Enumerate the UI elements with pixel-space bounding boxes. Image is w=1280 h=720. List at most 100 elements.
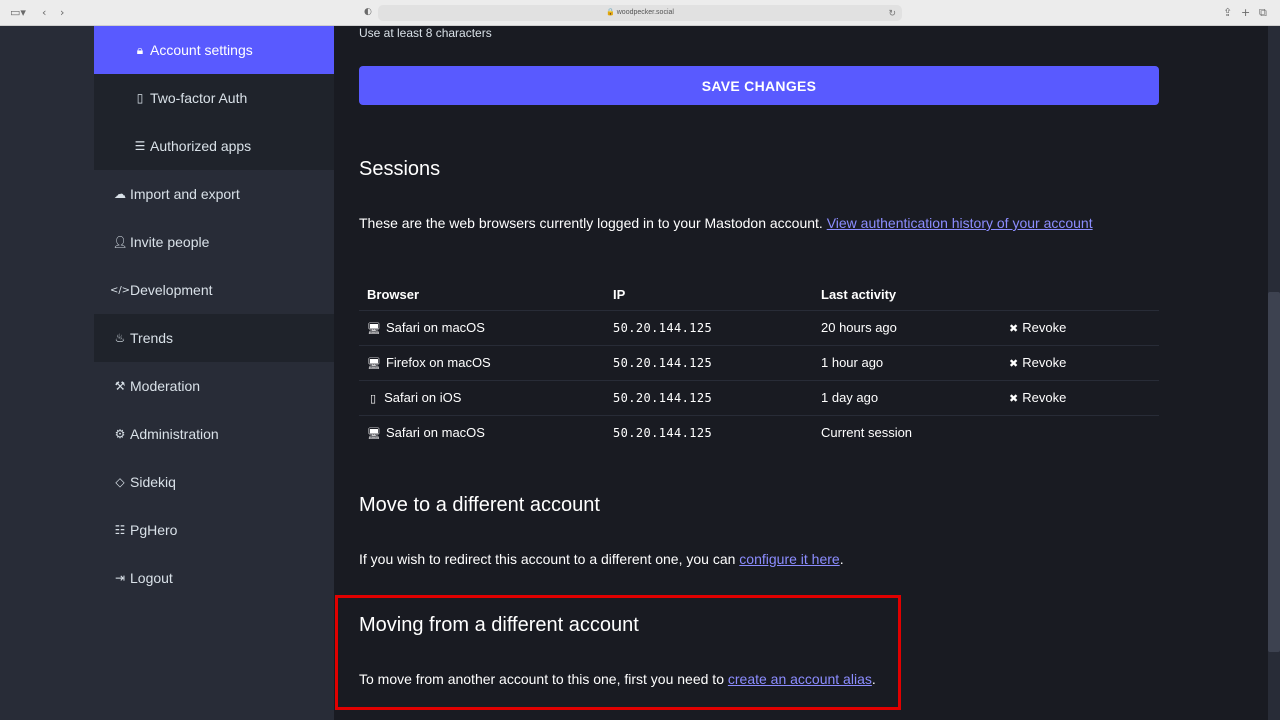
action-cell: ✖ Revoke [1001,380,1159,416]
table-row: ▯ Safari on iOS 50.20.144.125 1 day ago ✖… [359,380,1159,416]
password-hint: Use at least 8 characters [359,26,492,40]
desktop-icon: 🖥︎ [367,427,381,441]
mobile-icon: ▯ [136,91,144,105]
sign-out-icon: ⇥ [114,571,126,585]
revoke-label: Revoke [1022,390,1067,405]
sidebar-item-label: Moderation [130,378,201,394]
desktop-icon: 🖥︎ [367,322,381,335]
browser-cell: 🖥︎ Safari on macOS [359,415,605,450]
sidebar-item-moderation[interactable]: ⚒ Moderation [94,362,334,410]
reload-icon[interactable]: ↻ [888,5,896,21]
lock-icon: 🔒 [606,9,615,16]
fire-icon: ♨ [114,331,126,345]
browser-cell: 🖥︎ Firefox on macOS [359,345,605,381]
sidebar-item-administration[interactable]: ⚙ Administration [94,410,334,458]
sidebar-item-authorized-apps[interactable]: ☰ Authorized apps [94,122,334,170]
sidebar-item-label: Sidekiq [130,474,176,490]
auth-history-link[interactable]: View authentication history of your acco… [827,215,1093,231]
sidebar-item-development[interactable]: </> Development [94,266,334,314]
revoke-button[interactable]: ✖ Revoke [1009,320,1066,335]
sidebar-item-import-export[interactable]: ☁ Import and export [94,170,334,218]
action-cell: ✖ Revoke [1001,345,1159,381]
database-icon: ☷ [114,523,126,537]
settings-sidebar: 🔒︎ Account settings ▯ Two-factor Auth ☰ … [94,26,334,602]
browser-name: Firefox on macOS [385,355,491,370]
period: . [839,551,844,567]
address-bar[interactable]: 🔒 woodpecker.social ↻ [378,5,902,21]
highlight-annotation-box [335,595,901,710]
revoke-button[interactable]: ✖ Revoke [1009,390,1066,405]
ip-cell: 50.20.144.125 [605,345,813,381]
tabs-overview-icon[interactable]: ⧉ [1259,4,1267,21]
close-icon: ✖ [1009,393,1019,405]
table-header-row: Browser IP Last activity [359,280,1159,311]
browser-name: Safari on macOS [385,425,485,441]
close-icon: ✖ [1009,358,1019,370]
sessions-heading: Sessions [359,158,441,180]
action-cell: ✖ Revoke [1001,310,1159,346]
cogs-icon: ⚙ [114,427,126,441]
browser-cell: ▯ Safari on iOS [359,380,605,416]
browser-toolbar: ▭▾ ‹ › ◐ 🔒 woodpecker.social ↻ ⇪ + ⧉ [0,0,1280,26]
sidebar-item-label: Invite people [130,234,210,250]
table-row: 🖥︎ Firefox on macOS 50.20.144.125 1 hour … [359,345,1159,381]
configure-it-here-link[interactable]: configure it here [739,551,839,567]
move-to-description: If you wish to redirect this account to … [359,551,844,567]
sessions-description: These are the web browsers currently log… [359,215,1093,231]
sessions-table: Browser IP Last activity 🖥︎ Safari on mac… [359,280,1159,450]
activity-cell: 1 day ago [813,380,1001,416]
revoke-label: Revoke [1022,355,1067,370]
mobile-icon: ▯ [370,392,377,405]
save-changes-button[interactable]: SAVE CHANGES [359,66,1159,105]
sidebar-item-account-settings[interactable]: 🔒︎ Account settings [94,26,334,74]
browser-name: Safari on macOS [385,320,485,335]
sidebar-item-pghero[interactable]: ☷ PgHero [94,506,334,554]
sidebar-item-label: PgHero [130,522,178,538]
sidebar-item-invite-people[interactable]: 👤︎ Invite people [94,218,334,266]
sidebar-item-label: Logout [130,570,173,586]
sidebar-item-label: Authorized apps [150,138,252,154]
sidebar-toggle-icon[interactable]: ▭▾ [10,4,26,21]
sidebar-item-label: Two-factor Auth [150,90,248,106]
lock-icon: 🔒︎ [136,42,144,57]
action-cell [1001,415,1159,450]
cloud-download-icon: ☁ [114,187,126,201]
privacy-shield-icon[interactable]: ◐ [364,4,372,21]
column-header-ip: IP [605,280,813,311]
sidebar-item-label: Administration [130,426,219,442]
column-header-browser: Browser [359,280,605,311]
sidebar-item-label: Trends [130,330,174,346]
scrollbar-thumb[interactable] [1268,292,1280,652]
sidebar-item-trends[interactable]: ♨ Trends [94,314,334,362]
column-header-actions [1001,280,1159,311]
sidebar-item-label: Development [130,282,213,298]
revoke-label: Revoke [1022,320,1067,335]
table-row: 🖥︎ Safari on macOS 50.20.144.125 Current … [359,415,1159,450]
browser-name: Safari on iOS [384,390,462,405]
new-tab-icon[interactable]: + [1241,4,1250,21]
diamond-icon: ◇ [115,475,125,489]
desktop-icon: 🖥︎ [367,357,381,370]
url-text: woodpecker.social [616,9,674,16]
sidebar-item-two-factor-auth[interactable]: ▯ Two-factor Auth [94,74,334,122]
forward-icon[interactable]: › [60,4,64,21]
sidebar-item-logout[interactable]: ⇥ Logout [94,554,334,602]
ip-cell: 50.20.144.125 [605,380,813,416]
sidebar-item-sidekiq[interactable]: ◇ Sidekiq [94,458,334,506]
close-icon: ✖ [1009,323,1019,335]
activity-cell: Current session [821,425,913,441]
move-to-text: If you wish to redirect this account to … [359,551,736,567]
activity-cell: 20 hours ago [813,310,1001,346]
share-icon[interactable]: ⇪ [1223,4,1232,21]
sidebar-item-label: Account settings [150,42,253,58]
gavel-icon: ⚒ [114,379,126,393]
move-to-heading: Move to a different account [359,494,600,516]
activity-cell: 1 hour ago [813,345,1001,381]
table-row: 🖥︎ Safari on macOS 50.20.144.125 20 hours… [359,310,1159,346]
browser-cell: 🖥︎ Safari on macOS [359,310,605,346]
code-icon: </> [109,284,131,296]
revoke-button[interactable]: ✖ Revoke [1009,355,1066,370]
ip-cell: 50.20.144.125 [613,425,713,440]
sidebar-item-label: Import and export [130,186,240,202]
back-icon[interactable]: ‹ [42,4,46,21]
